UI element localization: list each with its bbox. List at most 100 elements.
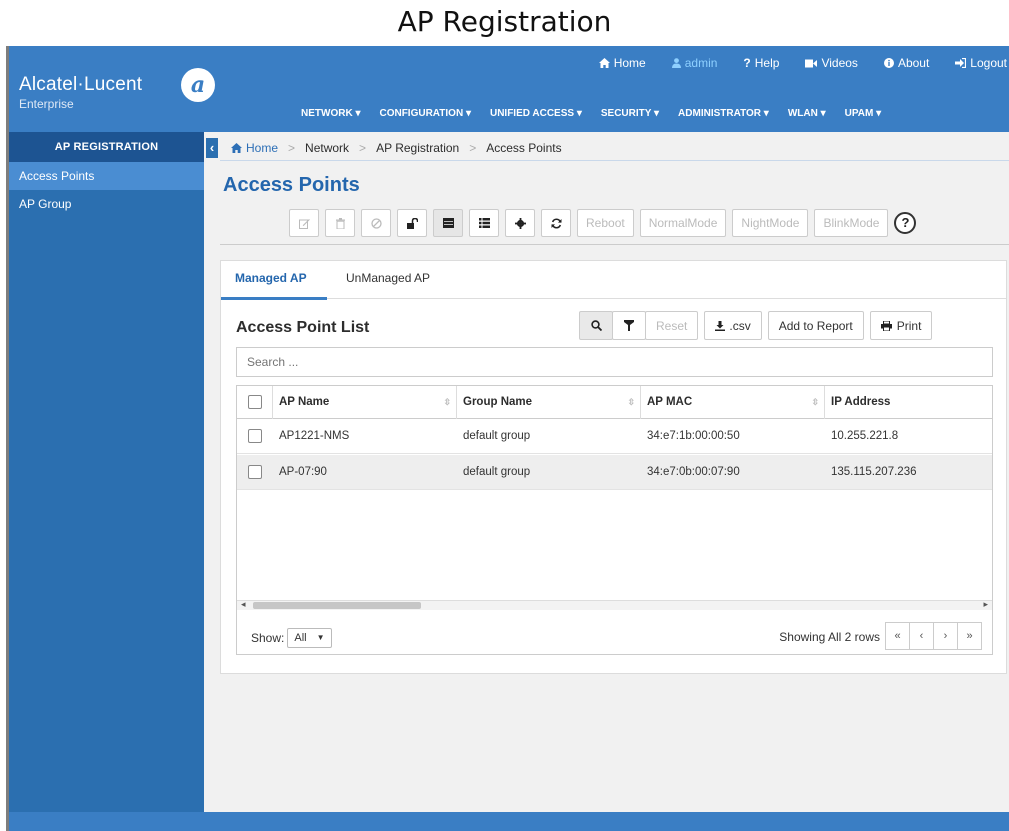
ap-toolbar: Reboot NormalMode NightMode BlinkMode ? [289,209,917,237]
breadcrumb: Home > Network > AP Registration > Acces… [231,141,562,155]
delete-button[interactable] [325,209,355,237]
table-row[interactable]: AP1221-NMS default group 34:e7:1b:00:00:… [237,419,992,454]
help-icon: ? [743,56,751,70]
brand-logo[interactable]: Alcatel·Lucent Enterprise a [19,68,215,111]
table-header: AP Name ⇳ Group Name ⇳ AP MAC ⇳ IP Addre… [237,386,992,419]
column-ap-mac-label: AP MAC [647,396,693,408]
pagination: « ‹ › » [885,622,982,650]
download-icon [715,320,726,331]
cell-group-name: default group [463,466,531,478]
reset-button[interactable]: Reset [645,311,699,340]
menu-unified-access[interactable]: UNIFIED ACCESS ▾ [490,108,582,119]
blink-mode-button[interactable]: BlinkMode [814,209,889,237]
search-icon [590,320,602,331]
sidebar-title: AP REGISTRATION [9,132,204,162]
first-page-button[interactable]: « [885,622,910,650]
page-size-select[interactable]: All ▼ [287,628,332,648]
help-link[interactable]: ? Help [743,56,779,70]
column-ip-address[interactable]: IP Address [825,386,992,419]
show-label: Show: [251,631,285,645]
column-ap-name[interactable]: AP Name ⇳ [273,386,457,419]
breadcrumb-home[interactable]: Home [231,141,278,155]
column-ap-name-label: AP Name [279,396,330,408]
videos-link[interactable]: Videos [805,56,858,70]
grid-view-button[interactable] [433,209,463,237]
logout-link[interactable]: Logout [955,56,1007,70]
tab-managed-ap[interactable]: Managed AP [235,271,307,285]
video-icon [805,59,818,67]
videos-link-label: Videos [821,56,858,70]
sidebar-item-ap-group[interactable]: AP Group [9,190,204,218]
menu-security[interactable]: SECURITY ▾ [601,108,659,119]
help-button[interactable]: ? [894,212,917,234]
list-toolbar: Reset .csv Add to Report Print [579,311,933,340]
add-to-report-button[interactable]: Add to Report [767,311,864,340]
block-button[interactable] [361,209,391,237]
about-link-label: About [897,56,930,70]
row-checkbox[interactable] [248,429,262,443]
cell-ap-mac: 34:e7:0b:00:07:90 [647,466,740,478]
home-link[interactable]: Home [598,56,646,70]
table-row[interactable]: AP-07:90 default group 34:e7:0b:00:07:90… [237,455,992,490]
page-title: Access Points [223,174,360,196]
menu-administrator[interactable]: ADMINISTRATOR ▾ [678,108,769,119]
breadcrumb-separator: > [288,141,296,155]
export-csv-button[interactable]: .csv [704,311,762,340]
access-point-table: AP Name ⇳ Group Name ⇳ AP MAC ⇳ IP Addre… [236,385,993,655]
breadcrumb-home-label: Home [246,141,279,155]
info-icon [883,58,894,68]
tab-unmanaged-ap[interactable]: UnManaged AP [346,271,430,285]
search-input[interactable] [236,347,993,377]
edit-button[interactable] [289,209,319,237]
user-link-label: admin [684,56,718,70]
sidebar-item-access-points[interactable]: Access Points [9,162,204,190]
scroll-left-icon[interactable]: ◂ [241,599,246,610]
user-link[interactable]: admin [671,56,718,70]
scroll-right-icon[interactable]: ▸ [983,599,988,610]
sort-icon: ⇳ [811,397,819,407]
unlock-button[interactable] [397,209,427,237]
night-mode-button[interactable]: NightMode [732,209,809,237]
next-page-button[interactable]: › [933,622,958,650]
page-size-control: Show: All ▼ [251,628,332,648]
about-link[interactable]: About [883,56,930,70]
logo-subtitle: Enterprise [19,97,74,111]
column-ap-mac[interactable]: AP MAC ⇳ [641,386,825,419]
menu-upam[interactable]: UPAM ▾ [845,108,882,119]
refresh-button[interactable] [541,209,571,237]
search-toggle-button[interactable] [579,311,613,340]
normal-mode-button[interactable]: NormalMode [639,209,727,237]
breadcrumb-network[interactable]: Network [305,141,349,155]
menu-wlan[interactable]: WLAN ▾ [788,108,826,119]
menu-network[interactable]: NETWORK ▾ [301,108,360,119]
logo-text: Alcatel·Lucent [19,74,143,95]
caret-down-icon: ▼ [316,633,325,642]
prev-page-button[interactable]: ‹ [909,622,934,650]
page-size-value: All [294,632,307,644]
edit-icon [298,218,310,229]
horizontal-scrollbar[interactable]: ◂ ▸ [237,599,992,610]
settings-button[interactable] [505,209,535,237]
gear-icon [514,217,526,229]
filter-icon [624,320,634,331]
sidebar-collapse-button[interactable]: ‹ [206,138,218,158]
user-icon [671,58,681,68]
top-links: Home admin ? Help Videos About Logout [598,56,1007,70]
last-page-button[interactable]: » [957,622,982,650]
sort-icon: ⇳ [443,397,451,407]
select-all-checkbox[interactable] [248,395,262,409]
home-icon [598,58,610,68]
list-view-button[interactable] [469,209,499,237]
print-button[interactable]: Print [869,311,933,340]
breadcrumb-ap-registration[interactable]: AP Registration [376,141,459,155]
menu-configuration[interactable]: CONFIGURATION ▾ [379,108,471,119]
column-group-name[interactable]: Group Name ⇳ [457,386,641,419]
scrollbar-thumb[interactable] [253,602,421,609]
reboot-button[interactable]: Reboot [577,209,634,237]
toolbar-divider [220,244,1009,245]
filter-button[interactable] [612,311,646,340]
row-checkbox[interactable] [248,465,262,479]
sidebar: AP REGISTRATION Access Points AP Group [9,132,204,812]
ap-tabs: Managed AP UnManaged AP [221,261,1006,300]
list-view-icon [478,218,490,228]
